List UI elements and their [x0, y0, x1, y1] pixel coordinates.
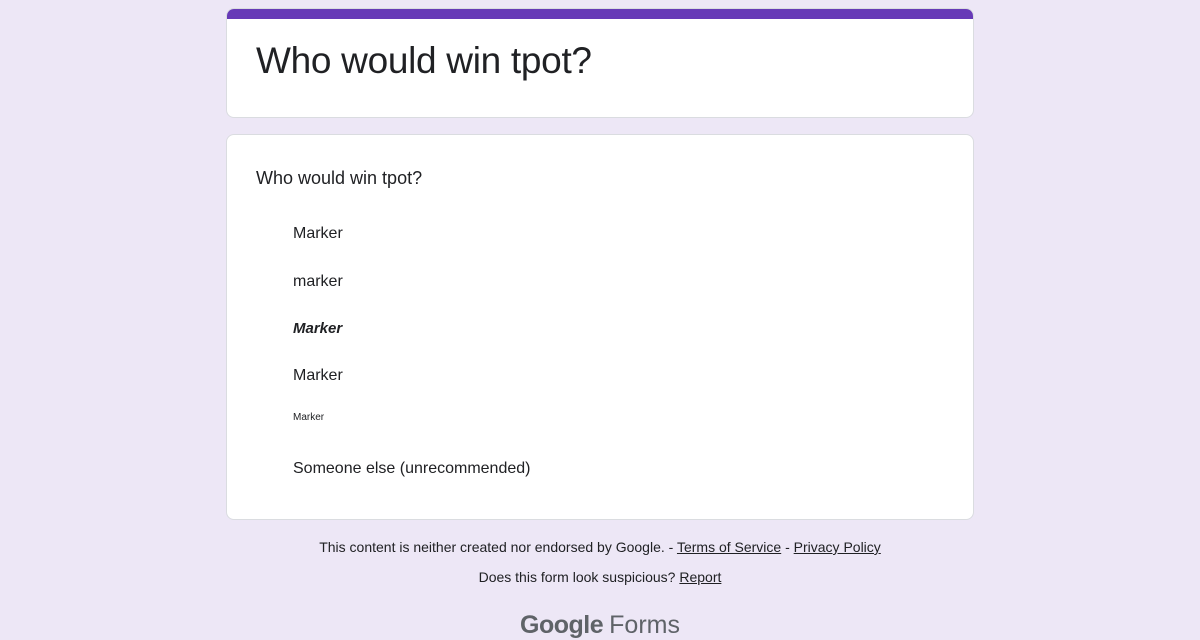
header-accent-bar — [227, 9, 973, 19]
suspicious-text: Does this form look suspicious? — [478, 569, 676, 585]
form-header-card: Who would win tpot? — [226, 8, 974, 118]
brand-forms-text: Forms — [609, 611, 680, 639]
separator: - — [664, 539, 677, 555]
separator: - — [781, 539, 794, 555]
option-item[interactable]: Marker — [293, 319, 342, 339]
footer-disclaimer-line: This content is neither created nor endo… — [0, 538, 1200, 556]
question-card: Who would win tpot? Marker marker Marker… — [226, 134, 974, 520]
footer-report-line: Does this form look suspicious? Report — [0, 568, 1200, 586]
google-forms-logo[interactable]: Google Forms — [0, 610, 1200, 640]
privacy-policy-link[interactable]: Privacy Policy — [794, 539, 881, 555]
brand-google-text: Google — [520, 611, 604, 639]
disclaimer-text: This content is neither created nor endo… — [319, 539, 665, 555]
form-title: Who would win tpot? — [256, 40, 592, 81]
question-title: Who would win tpot? — [256, 168, 423, 188]
option-item[interactable]: Someone else (unrecommended) — [293, 459, 530, 479]
option-item[interactable]: Marker — [293, 412, 324, 424]
report-link[interactable]: Report — [679, 569, 721, 585]
terms-of-service-link[interactable]: Terms of Service — [677, 539, 781, 555]
option-item[interactable]: marker — [293, 272, 343, 292]
option-item[interactable]: Marker — [293, 224, 343, 244]
option-item[interactable]: Marker — [293, 366, 343, 386]
